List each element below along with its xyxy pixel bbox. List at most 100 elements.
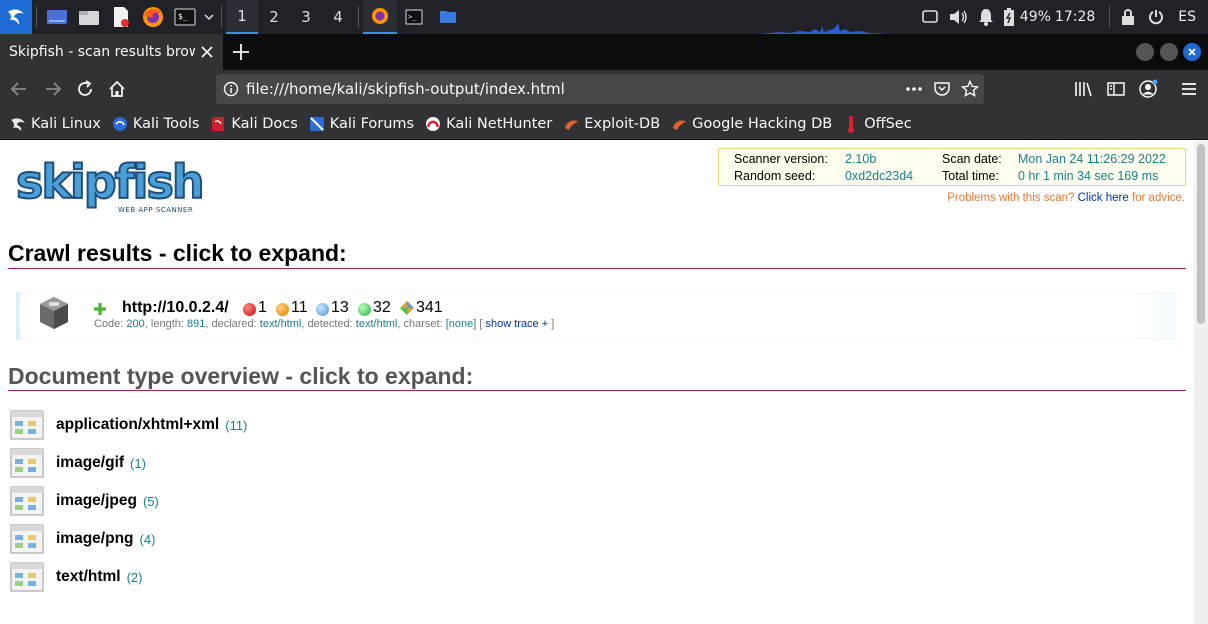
tab-skipfish[interactable]: Skipfish - scan results browser [0,34,223,70]
green-dot-icon [358,302,371,316]
scan-date-label: Scan date: [942,152,1002,166]
doc-type-name: text/html [56,568,121,585]
document-window-icon [10,448,44,478]
heading-divider [8,268,1186,269]
task-terminal[interactable]: >_ [397,0,431,34]
info-icon[interactable] [216,81,246,97]
bookmark-kali-linux[interactable]: Kali Linux [10,116,101,132]
doc-type-row[interactable]: image/jpeg (5) [10,484,159,518]
problems-notice: Problems with this scan? Click here for … [947,192,1185,204]
expand-plus-icon[interactable] [92,301,108,317]
page-scrollbar[interactable] [1194,141,1208,624]
count-value: 1 [258,299,267,316]
document-window-icon [10,524,44,554]
skipfish-logo: skipfish WEB APP SCANNER [14,154,206,220]
count-value: 32 [373,299,391,316]
crawl-result-node[interactable]: http://10.0.2.4/ 1 11 13 32 341 Code: 20… [16,292,1176,340]
bookmark-star-icon[interactable] [956,74,984,104]
detected-type: text/html [355,318,398,330]
task-firefox[interactable] [363,0,397,34]
problems-link[interactable]: Click here [1078,192,1129,204]
show-desktop-icon[interactable] [41,0,73,34]
kali-menu-icon[interactable] [0,0,32,34]
random-seed-label: Random seed: [734,169,816,183]
bookmark-kali-forums[interactable]: Kali Forums [309,116,414,132]
meta-label: , length: [144,318,184,330]
count-value: 11 [291,299,308,316]
forward-icon[interactable] [42,78,64,100]
ghdb-icon [671,116,687,132]
text-editor-icon[interactable] [105,0,137,34]
medium-risk-count[interactable]: 11 [276,299,308,317]
terminal-icon[interactable]: $_ [169,0,201,34]
url-bar[interactable]: file:///home/kali/skipfish-output/index.… [216,74,984,104]
bookmark-kali-docs[interactable]: Kali Docs [210,116,298,132]
bookmark-label: Kali Linux [31,115,101,132]
window-close-icon[interactable] [1183,43,1201,61]
exploit-db-icon [563,116,579,132]
low-risk-count[interactable]: 13 [316,299,349,317]
doc-type-row[interactable]: application/xhtml+xml (11) [10,408,247,442]
minimize-icon[interactable] [1136,43,1154,61]
firefox-icon[interactable] [137,0,169,34]
power-icon[interactable] [1142,0,1170,34]
workspace-3[interactable]: 3 [290,0,322,34]
crawl-results-heading[interactable]: Crawl results - click to expand: [8,240,347,267]
nav-bar: file:///home/kali/skipfish-output/index.… [0,70,1208,108]
warning-count[interactable]: 32 [358,299,391,317]
system-tray: 49% 17:28 ES [916,0,1208,34]
battery-icon[interactable] [1000,0,1018,34]
notifications-icon[interactable] [972,0,1000,34]
info-count[interactable]: 341 [399,299,443,317]
url-text[interactable]: file:///home/kali/skipfish-output/index.… [246,80,900,98]
document-window-icon [10,562,44,592]
chevron-down-icon[interactable] [201,0,217,34]
count-value: 341 [416,299,443,316]
menu-icon[interactable] [1178,78,1200,100]
bookmark-kali-tools[interactable]: Kali Tools [112,115,200,132]
bracket: [ [479,318,483,330]
workspace-4[interactable]: 4 [322,0,354,34]
doc-type-row[interactable]: image/gif (1) [10,446,146,480]
svg-text:>_: >_ [408,13,417,21]
workspace-2[interactable]: 2 [258,0,290,34]
library-icon[interactable] [1073,78,1095,100]
new-tab-icon[interactable] [230,41,252,63]
doc-type-count: (5) [142,493,159,509]
blue-dot-icon [316,302,329,316]
file-manager-icon[interactable] [73,0,105,34]
account-icon[interactable] [1137,78,1159,100]
page-actions-icon[interactable] [900,74,928,104]
show-trace-link[interactable]: show trace + [485,318,548,330]
back-icon[interactable] [8,78,30,100]
bookmark-offsec[interactable]: OffSec [843,115,912,133]
bookmark-google-hacking-db[interactable]: Google Hacking DB [671,116,832,132]
close-icon[interactable] [199,44,215,60]
clock[interactable]: 17:28 [1055,9,1095,25]
doc-type-row[interactable]: text/html (2) [10,560,142,594]
workspace-1[interactable]: 1 [226,0,258,34]
bookmark-exploit-db[interactable]: Exploit-DB [563,116,660,132]
bookmark-label: Kali Tools [132,115,200,132]
scan-summary-box: Scanner version: 2.10b Random seed: 0xd2… [718,148,1186,186]
screen-icon[interactable] [916,0,944,34]
home-icon[interactable] [106,78,128,100]
doctype-heading[interactable]: Document type overview - click to expand… [8,363,473,390]
pocket-icon[interactable] [928,74,956,104]
task-file-manager[interactable] [431,0,465,34]
sidebar-icon[interactable] [1105,78,1127,100]
scrollbar-thumb[interactable] [1197,144,1205,324]
meta-label: , detected: [301,318,353,330]
doc-type-row[interactable]: image/png (4) [10,522,155,556]
keyboard-layout[interactable]: ES [1178,9,1196,25]
volume-icon[interactable] [944,0,972,34]
lock-icon[interactable] [1114,0,1142,34]
doc-type-name: image/jpeg [56,492,137,509]
reload-icon[interactable] [74,78,96,100]
maximize-icon[interactable] [1160,43,1178,61]
high-risk-count[interactable]: 1 [243,299,267,317]
network-graph [760,23,890,34]
bookmark-kali-nethunter[interactable]: Kali NetHunter [425,116,552,132]
crawl-url[interactable]: http://10.0.2.4/ [122,299,229,317]
panel-separator [358,6,359,28]
